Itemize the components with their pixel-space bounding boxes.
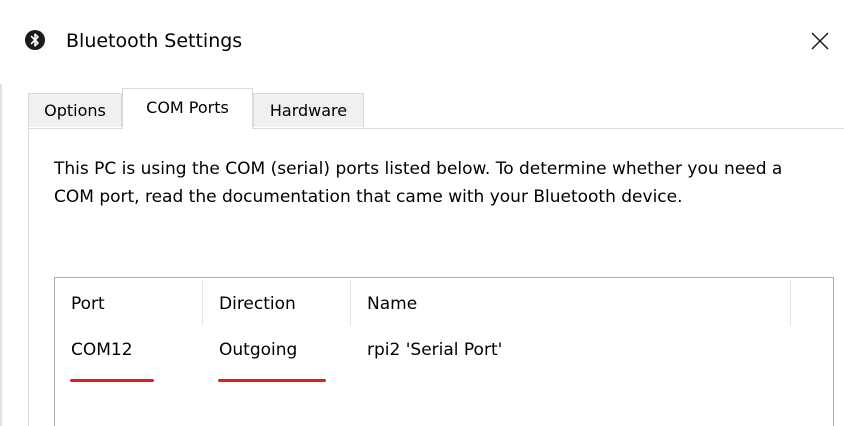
close-icon <box>811 32 829 50</box>
column-divider[interactable] <box>790 280 791 326</box>
column-header-port[interactable]: Port <box>55 278 203 330</box>
window-title: Bluetooth Settings <box>66 30 243 52</box>
tab-com-ports[interactable]: COM Ports <box>122 88 253 129</box>
tab-options[interactable]: Options <box>28 93 122 127</box>
close-button[interactable] <box>796 18 844 64</box>
cell-direction: Outgoing <box>219 340 298 360</box>
list-header: Port Direction Name <box>55 278 833 330</box>
com-ports-description: This PC is using the COM (serial) ports … <box>54 159 783 207</box>
cell-port: COM12 <box>71 340 133 360</box>
red-underline-direction <box>218 379 326 382</box>
table-row[interactable]: COM12 Outgoing rpi2 'Serial Port' <box>55 330 833 370</box>
cell-name: rpi2 'Serial Port' <box>367 340 503 360</box>
red-underline-port <box>70 379 154 382</box>
column-header-direction[interactable]: Direction <box>203 278 351 330</box>
bluetooth-settings-dialog: Bluetooth Settings Options COM Ports Har… <box>0 0 844 426</box>
title-bar[interactable]: Bluetooth Settings <box>0 0 844 84</box>
column-header-name[interactable]: Name <box>351 278 791 330</box>
com-ports-list[interactable]: Port Direction Name COM12 Outgoing rpi2 … <box>54 277 834 426</box>
bluetooth-icon <box>25 30 45 50</box>
tab-hardware[interactable]: Hardware <box>253 93 364 127</box>
